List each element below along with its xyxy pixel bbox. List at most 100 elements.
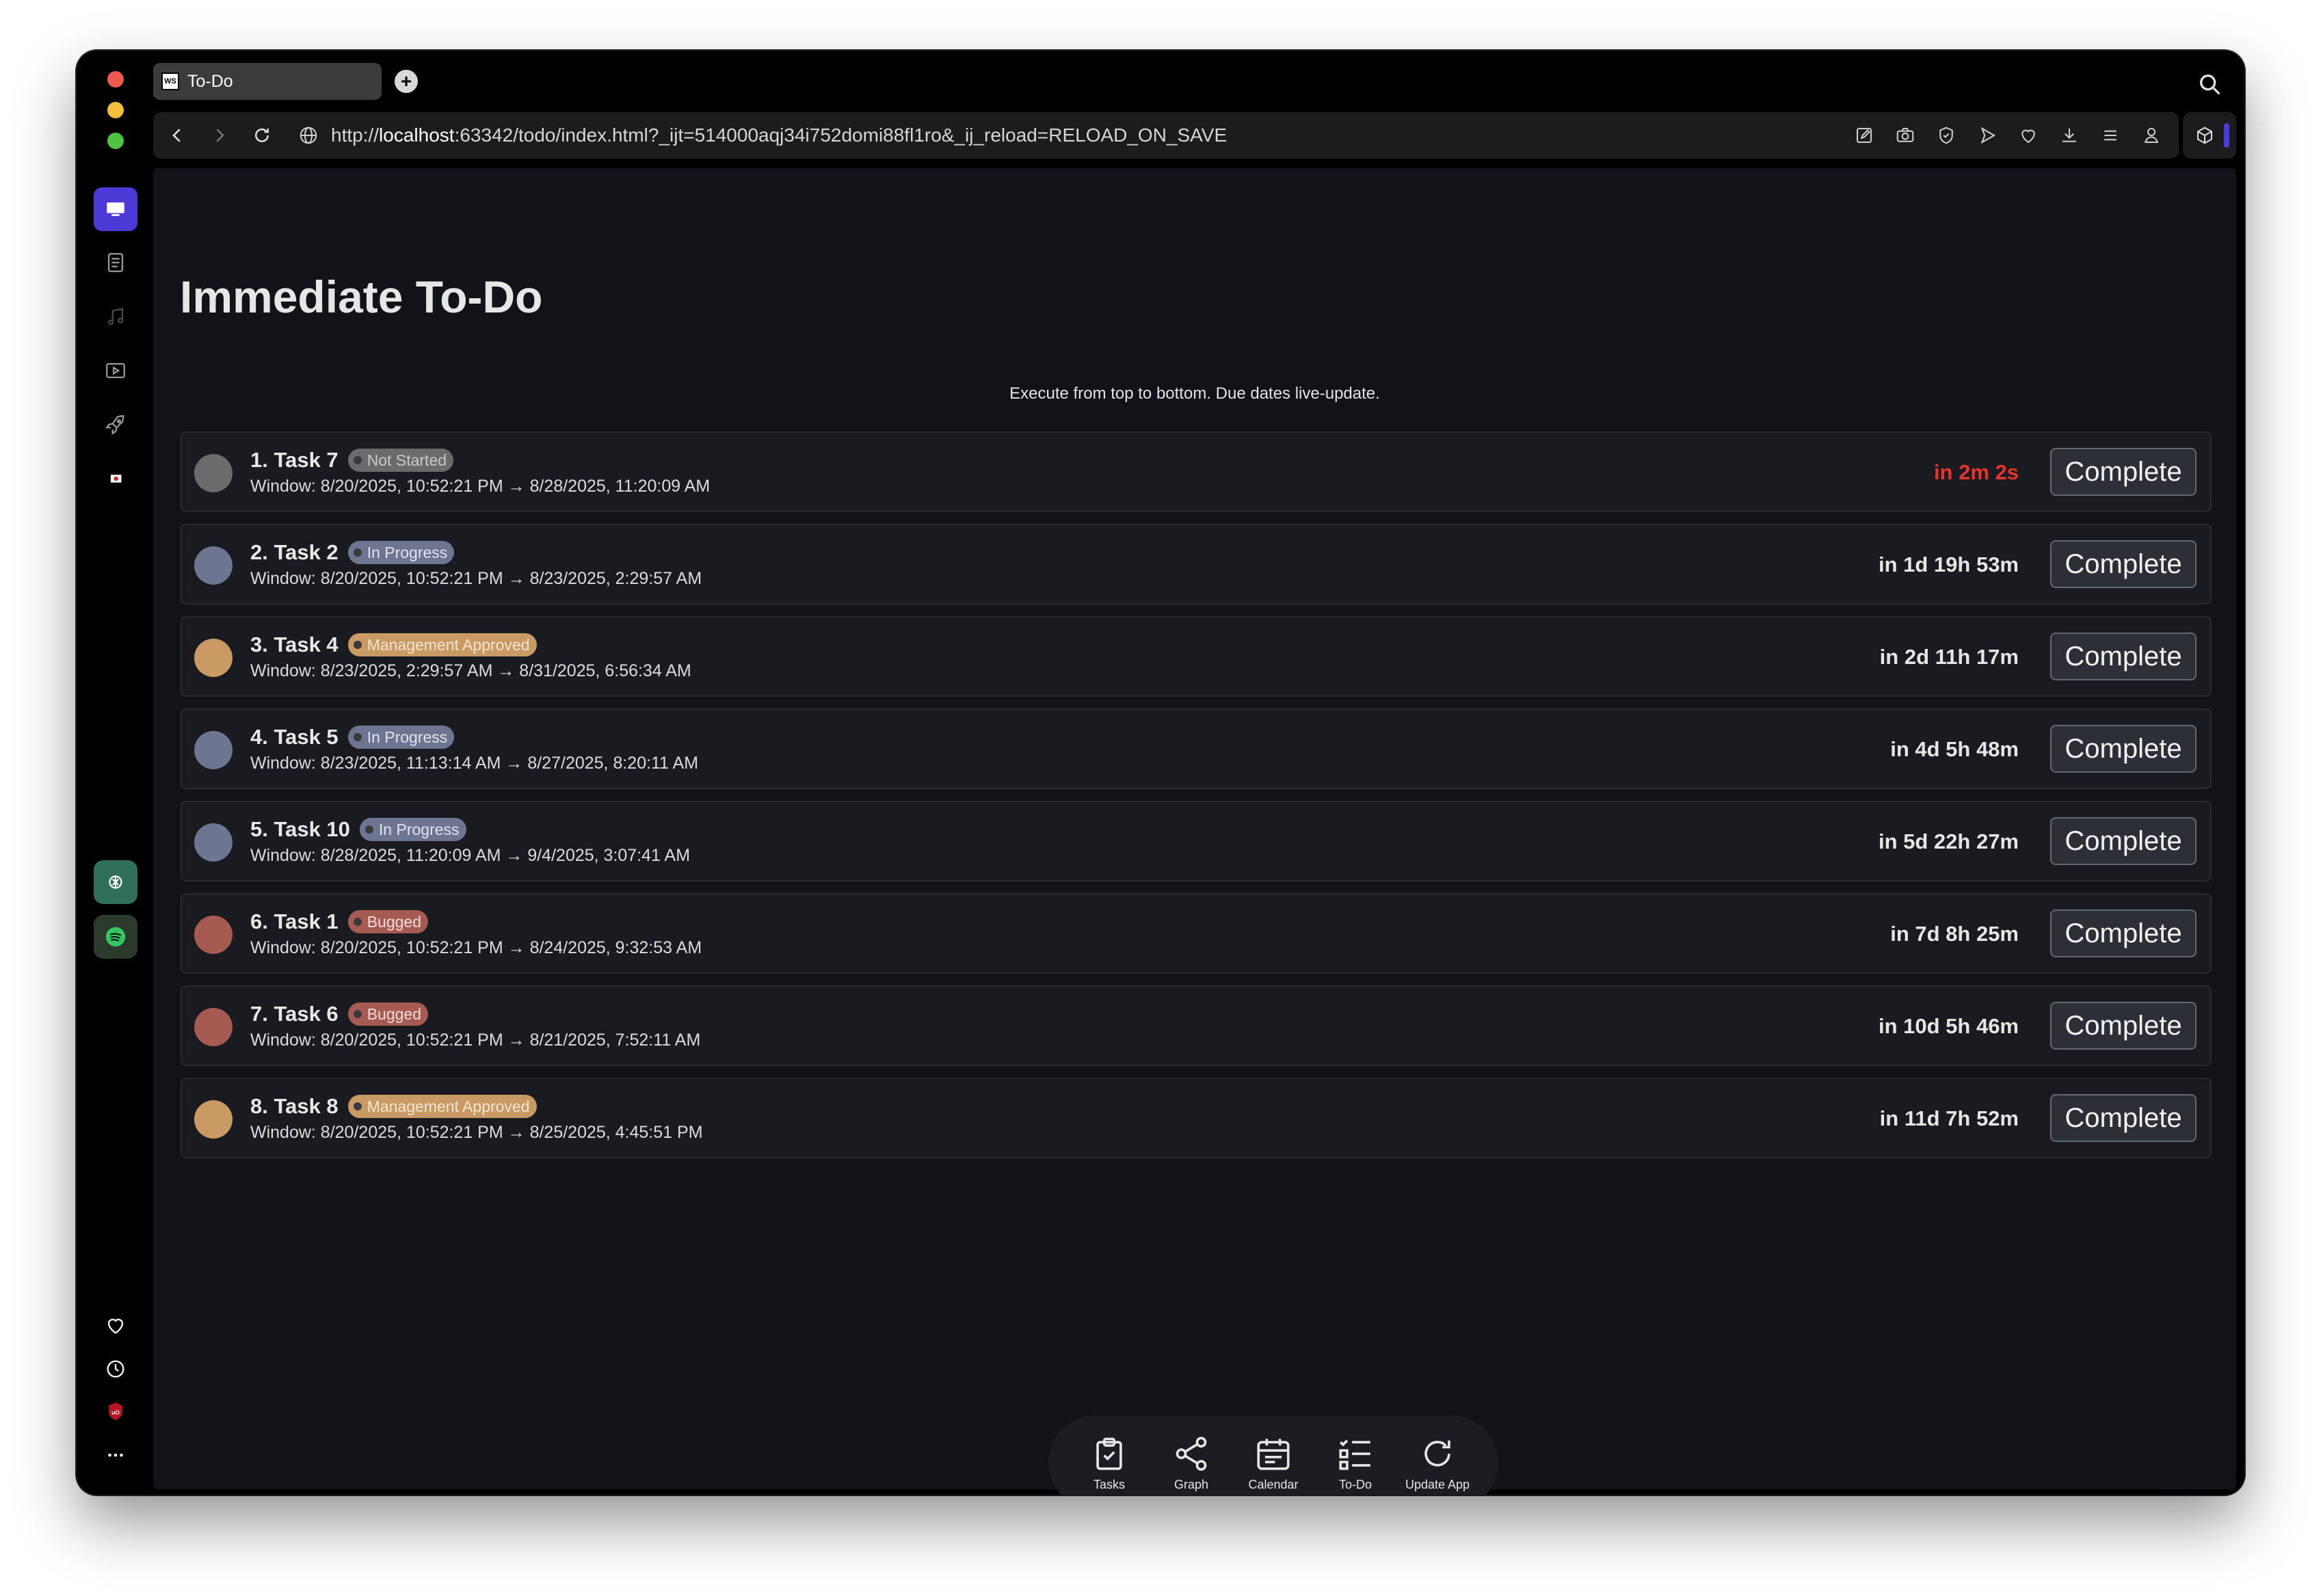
complete-button[interactable]: Complete [2050,633,2197,680]
task-window: Window: 8/20/2025, 10:52:21 PM → 8/28/20… [250,477,711,496]
rocket-icon[interactable] [94,403,137,447]
status-badge: Bugged [347,1002,428,1026]
webstorm-logo-icon: WS [161,72,179,90]
complete-button[interactable]: Complete [2050,817,2197,865]
forward-button[interactable] [201,117,238,154]
browser-window: uO WS To-Do + http://localhost:63342/tod… [77,51,2244,1495]
task-name: 5. Task 10 [250,817,350,841]
badge-dot [353,456,362,464]
complete-button[interactable]: Complete [2050,540,2197,588]
task-name: 6. Task 1 [250,909,339,933]
nav-update-app[interactable]: Update App [1396,1434,1478,1492]
nav-todo[interactable]: To-Do [1314,1434,1396,1492]
camera-icon[interactable] [1885,125,1926,146]
favorite-heart-icon[interactable] [2008,125,2049,146]
task-window: Window: 8/20/2025, 10:52:21 PM → 8/24/20… [250,938,702,957]
complete-button[interactable]: Complete [2050,1094,2197,1142]
browser-tab[interactable]: WS To-Do [153,63,382,100]
address-bar: http://localhost:63342/todo/index.html?_… [153,112,2179,159]
task-title-line: 8. Task 8 Management Approved [250,1094,537,1119]
badge-dot [353,918,362,926]
menu-lines-icon[interactable] [2090,125,2131,146]
history-clock-icon[interactable] [94,1347,137,1391]
task-name: 4. Task 5 [250,725,339,749]
checklist-icon [1339,1439,1370,1470]
task-row: 3. Task 4 Management Approved Window: 8/… [181,616,2212,697]
task-status-dot [194,1100,233,1139]
shield-icon[interactable] [1926,125,1967,146]
task-window: Window: 8/20/2025, 10:52:21 PM → 8/25/20… [250,1123,703,1142]
address-bar-actions [1844,112,2172,159]
badge-dot [353,548,362,557]
reload-button[interactable] [243,117,280,154]
task-window: Window: 8/23/2025, 11:13:14 AM → 8/27/20… [250,754,699,773]
music-icon[interactable] [94,295,137,338]
task-row: 6. Task 1 Bugged Window: 8/20/2025, 10:5… [181,893,2212,974]
flag-icon[interactable] [94,457,137,501]
extensions-button[interactable] [2183,112,2236,159]
due-countdown: in 7d 8h 25m [1890,922,2019,946]
status-badge: Management Approved [347,1095,537,1118]
spotify-icon[interactable] [94,915,137,959]
badge-dot [353,1010,362,1018]
task-name: 1. Task 7 [250,448,339,472]
page-content: Immediate To-Do Execute from top to bott… [153,168,2236,1495]
sidebar-toggle-indicator [2224,123,2229,148]
complete-button[interactable]: Complete [2050,448,2197,496]
status-label: In Progress [367,728,448,746]
task-name: 7. Task 6 [250,1002,339,1026]
more-options-icon[interactable] [94,1433,137,1477]
workspace-icon[interactable] [94,187,137,231]
search-icon[interactable] [2197,71,2224,98]
due-countdown: in 4d 5h 48m [1890,737,2019,761]
badge-dot [353,641,362,649]
chatgpt-app-icon[interactable] [94,860,137,904]
video-player-icon[interactable] [94,349,137,393]
nav-calendar[interactable]: Calendar [1232,1434,1314,1492]
task-window: Window: 8/20/2025, 10:52:21 PM → 8/23/20… [250,569,702,588]
complete-button[interactable]: Complete [2050,909,2197,957]
task-window: Window: 8/28/2025, 11:20:09 AM → 9/4/202… [250,846,691,865]
status-badge: Bugged [347,910,428,933]
page-subtitle: Execute from top to bottom. Due dates li… [1009,384,1380,403]
task-status-dot [194,639,233,677]
profile-icon[interactable] [2131,125,2172,146]
task-row: 5. Task 10 In Progress Window: 8/28/2025… [181,801,2212,881]
nav-tasks[interactable]: Tasks [1068,1434,1150,1492]
status-label: Bugged [367,912,421,931]
url-field[interactable]: http://localhost:63342/todo/index.html?_… [298,124,1227,146]
cube-icon [2197,127,2212,144]
nav-label: Calendar [1248,1477,1299,1491]
complete-button[interactable]: Complete [2050,1002,2197,1050]
status-label: Bugged [367,1005,421,1023]
task-status-dot [194,454,233,492]
task-name: 3. Task 4 [250,633,339,656]
task-title-line: 4. Task 5 In Progress [250,725,455,749]
complete-button[interactable]: Complete [2050,725,2197,773]
task-title-line: 3. Task 4 Management Approved [250,633,537,657]
heart-icon[interactable] [94,1303,137,1347]
task-title-line: 7. Task 6 Bugged [250,1002,428,1026]
nav-graph[interactable]: Graph [1150,1434,1232,1492]
status-badge: In Progress [347,726,455,749]
new-tab-button[interactable]: + [395,70,418,93]
task-row: 1. Task 7 Not Started Window: 8/20/2025,… [181,431,2212,512]
status-label: In Progress [367,543,448,561]
task-window: Window: 8/20/2025, 10:52:21 PM → 8/21/20… [250,1030,701,1050]
calendar-icon [1257,1438,1290,1470]
status-label: Management Approved [367,635,530,654]
status-badge: Not Started [347,449,454,472]
nav-label: To-Do [1338,1477,1372,1491]
badge-dot [353,1102,362,1110]
download-icon[interactable] [2049,125,2090,146]
send-icon[interactable] [1967,125,2008,146]
due-countdown: in 5d 22h 27m [1878,829,2019,853]
task-list: 1. Task 7 Not Started Window: 8/20/2025,… [181,431,2212,1170]
task-status-dot [194,916,233,954]
nav-label: Tasks [1093,1477,1125,1491]
edit-page-icon[interactable] [1844,125,1885,146]
ublock-icon[interactable]: uO [94,1389,137,1433]
notes-icon[interactable] [94,241,137,284]
back-button[interactable] [159,117,196,154]
svg-text:uO: uO [111,1409,120,1415]
